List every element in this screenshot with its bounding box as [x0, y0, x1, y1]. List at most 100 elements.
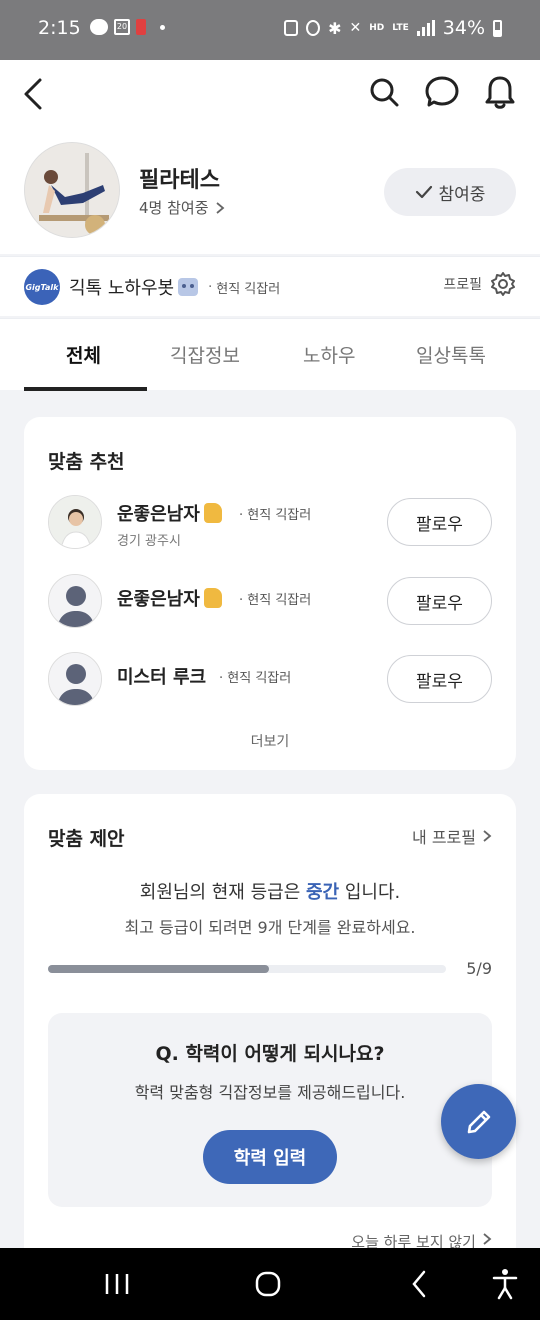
chat-button[interactable] — [424, 72, 460, 112]
grade-subtext: 최고 등급이 되려면 9개 단계를 완료하세요. — [124, 918, 416, 937]
progress-count: 5/9 — [466, 959, 492, 978]
user-role: · 현직 긱잡러 — [219, 667, 291, 686]
home-button[interactable] — [248, 1266, 288, 1302]
talk-icon — [90, 19, 108, 35]
separator-dot: · — [208, 279, 213, 295]
recommendation-title: 맞춤 추천 — [48, 451, 125, 473]
user-role: · 현직 긱잡러 — [239, 589, 311, 608]
avatar[interactable] — [48, 652, 102, 706]
my-profile-bar: GigTalk 긱톡 노하우봇 · 현직 긱잡러 프로필 — [0, 256, 540, 316]
calendar-icon: 20 — [114, 19, 130, 35]
tab-gigjob-info[interactable]: 긱잡정보 — [170, 341, 240, 368]
grade-text: 회원님의 현재 등급은 중간 입니다. — [24, 878, 516, 904]
default-avatar-icon — [49, 653, 101, 705]
grade-value: 중간 — [305, 882, 340, 903]
follow-button[interactable]: 팔로우 — [387, 577, 492, 625]
user-role-text: 현직 긱잡러 — [247, 508, 312, 523]
enter-education-button[interactable]: 학력 입력 — [203, 1130, 337, 1184]
bot-profile-name: 긱톡 노하우봇 · 현직 긱잡러 — [69, 274, 280, 300]
community-members-link[interactable]: 4명 참여중 — [139, 197, 225, 218]
lte-icon: LTE — [392, 22, 409, 33]
joined-label: 참여중 — [438, 184, 486, 205]
chevron-right-icon — [483, 1233, 492, 1245]
back-button[interactable] — [18, 74, 58, 114]
bell-icon — [485, 76, 515, 109]
gear-icon — [491, 272, 515, 296]
home-icon — [255, 1271, 281, 1297]
chevron-right-icon — [215, 201, 224, 214]
list-item: 운좋은남자 · 현직 긱잡러 팔로우 — [24, 572, 516, 632]
notification-button[interactable] — [482, 72, 518, 112]
system-nav-bar — [0, 1248, 540, 1320]
user-name: 운좋은남자 — [117, 500, 222, 526]
accessibility-icon — [492, 1269, 518, 1300]
system-back-button[interactable] — [400, 1266, 440, 1302]
profile-label: 프로필 — [443, 277, 482, 293]
user-name-text: 운좋은남자 — [117, 504, 200, 525]
suggestion-title: 맞춤 제안 — [48, 828, 125, 850]
grade-progress-bar — [48, 965, 446, 973]
avatar[interactable] — [48, 495, 102, 549]
separator-dot: · — [239, 508, 244, 523]
chevron-right-icon — [483, 830, 492, 842]
tab-daily-talk[interactable]: 일상톡톡 — [416, 341, 486, 368]
list-item: 운좋은남자 · 현직 긱잡러 경기 광주시 팔로우 — [24, 493, 516, 553]
tab-all[interactable]: 전체 — [66, 341, 101, 368]
recent-apps-button[interactable] — [98, 1266, 138, 1302]
separator-dot: · — [239, 593, 244, 608]
more-link[interactable]: 더보기 — [24, 731, 516, 751]
robot-icon — [178, 278, 199, 296]
pilates-image — [25, 143, 119, 237]
suggestion-card: 맞춤 제안 내 프로필 회원님의 현재 등급은 중간 입니다. 최고 등급이 되… — [24, 794, 516, 1254]
alarm-icon — [306, 20, 321, 36]
recent-apps-icon — [105, 1274, 129, 1294]
back-icon — [412, 1270, 426, 1298]
system-icons: ✱ ✕ HD LTE 34% — [284, 17, 502, 39]
checkmark-icon — [415, 185, 432, 199]
bot-name: 긱톡 노하우봇 — [69, 278, 175, 299]
user-name: 운좋은남자 — [117, 585, 222, 611]
accessibility-button[interactable] — [485, 1266, 525, 1302]
more-notifications-icon — [160, 24, 165, 30]
grade-suffix: 입니다. — [339, 882, 401, 903]
grade-prefix: 회원님의 현재 등급은 — [139, 882, 306, 903]
avatar[interactable] — [48, 574, 102, 628]
question-subtitle: 학력 맞춤형 긱잡정보를 제공해드립니다. — [134, 1083, 406, 1102]
signal-icon — [416, 20, 435, 36]
thumbs-up-icon — [203, 503, 222, 523]
app-bar — [0, 60, 540, 128]
pencil-icon — [467, 1110, 490, 1133]
chat-bubble-icon — [425, 76, 459, 107]
gigtalk-logo: GigTalk — [24, 269, 60, 305]
bot-role: 현직 긱잡러 — [216, 281, 281, 297]
profile-settings-button[interactable]: 프로필 — [443, 271, 516, 297]
separator-dot: · — [219, 671, 224, 686]
lock-icon — [284, 20, 299, 36]
back-arrow-icon — [24, 78, 42, 110]
battery-icon — [493, 19, 502, 37]
recommendation-card: 맞춤 추천 운좋은남자 · 현직 긱잡러 경기 광주시 팔로우 운좋은남자 · … — [24, 417, 516, 770]
community-name: 필라테스 — [139, 168, 220, 193]
follow-button[interactable]: 팔로우 — [387, 655, 492, 703]
list-item: 미스터 루크 · 현직 긱잡러 팔로우 — [24, 650, 516, 710]
my-profile-label: 내 프로필 — [412, 828, 476, 847]
mute-icon: ✕ — [349, 20, 362, 36]
user-name: 미스터 루크 — [117, 663, 206, 689]
tab-knowhow[interactable]: 노하우 — [303, 341, 355, 368]
joined-button[interactable]: 참여중 — [384, 168, 516, 216]
user-name-text: 미스터 루크 — [117, 667, 207, 688]
category-tabs: 전체 긱잡정보 노하우 일상톡톡 — [0, 318, 540, 391]
status-time: 2:15 — [38, 17, 81, 39]
active-tab-indicator — [24, 387, 147, 391]
notification-icons: 20 — [90, 19, 165, 35]
follow-button[interactable]: 팔로우 — [387, 498, 492, 546]
user-location: 경기 광주시 — [117, 534, 181, 549]
user-role-text: 현직 긱잡러 — [227, 671, 292, 686]
my-profile-link[interactable]: 내 프로필 — [412, 824, 492, 848]
bluetooth-icon: ✱ — [328, 18, 342, 38]
default-avatar-icon — [49, 575, 101, 627]
write-post-button[interactable] — [441, 1084, 516, 1159]
search-button[interactable] — [366, 72, 402, 112]
app-notification-icon — [136, 19, 146, 35]
search-icon — [370, 78, 399, 107]
